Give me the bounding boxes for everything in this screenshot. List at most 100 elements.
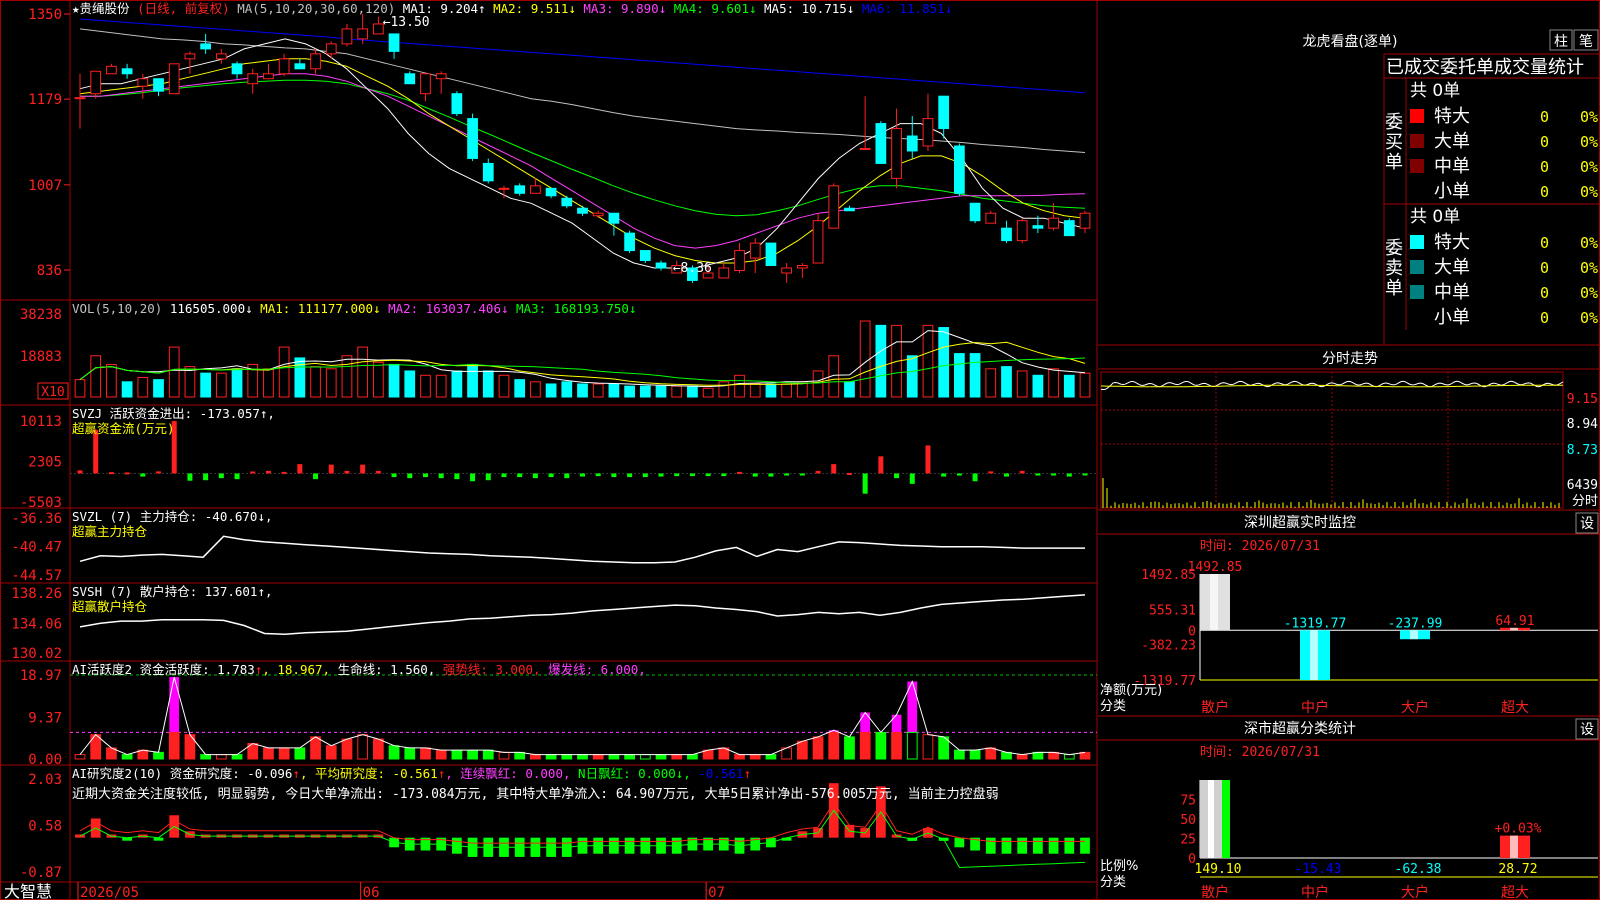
research-bar (985, 837, 996, 854)
svzj-bar (705, 473, 711, 477)
candle-body (310, 53, 321, 70)
research-bar (1001, 837, 1012, 854)
stats-bar-retail-green (1222, 780, 1230, 858)
svzj-bar (297, 464, 303, 474)
min-price-label: ←8.36 (673, 261, 712, 276)
volume-bar (906, 355, 918, 398)
stats-bar-value: 149.10 (1195, 862, 1242, 877)
stats-pct-label: +0.03% (1495, 822, 1542, 837)
stats-category: 大户 (1401, 884, 1429, 900)
intraday-tick: 8.73 (1567, 443, 1598, 458)
candle-body (121, 68, 133, 75)
volume-bar (372, 361, 384, 398)
candle-body (200, 43, 211, 50)
sell-orders-row-pct: 0% (1580, 259, 1598, 277)
activity-bar (482, 749, 494, 760)
svzj-bar (548, 473, 554, 478)
candle-body (718, 267, 730, 279)
candle-body (137, 78, 149, 87)
volume-bar (467, 363, 478, 398)
svzj-bar (77, 470, 83, 474)
activity-bar (278, 747, 290, 760)
activity-bar (1016, 754, 1028, 760)
candle-body (498, 187, 510, 190)
candle-body (168, 63, 180, 95)
sell-orders-total: 共 0单 (1410, 207, 1460, 227)
vol-unit-label: X10 (41, 385, 64, 400)
intraday-tick: 8.94 (1567, 417, 1598, 432)
svzj-bar (360, 464, 366, 474)
activity-bar (294, 747, 306, 760)
monitor-y-tick: 555.31 (1149, 603, 1196, 618)
activity-bar-burst (860, 712, 871, 733)
activity-bar (655, 754, 667, 760)
volume-bar (781, 383, 793, 398)
candle-body (828, 185, 840, 229)
svzj-bar (925, 445, 931, 474)
activity-bar (969, 749, 981, 760)
ai2-axis-tick: 2.03 (28, 772, 62, 788)
monitor-bar-value: 64.91 (1495, 614, 1534, 629)
sell-orders-row-value: 0 (1540, 284, 1549, 302)
monitor-bar-highlight (1410, 630, 1418, 640)
candle-body (451, 93, 463, 115)
svzj-bar (689, 473, 695, 477)
vol-axis-tick: 18883 (20, 349, 62, 365)
candle-body (906, 135, 918, 152)
volume-bar (74, 379, 86, 398)
volume-bar (765, 383, 777, 398)
activity-bar (357, 734, 369, 760)
candle-body (247, 73, 259, 85)
volume-bar (624, 385, 635, 398)
monitor-bar-value: -237.99 (1388, 616, 1443, 631)
svzj-bar (422, 473, 428, 478)
activity-bar-burst (891, 714, 902, 733)
price-axis-tick: 836 (37, 263, 62, 279)
ai2-axis-tick: -0.87 (20, 865, 62, 881)
candle-body (1048, 217, 1059, 229)
candle-body (404, 73, 416, 85)
stats-title: 深市超赢分类统计 (1244, 720, 1356, 737)
research-bar (1033, 837, 1043, 854)
volume-bar (938, 327, 950, 398)
candle-body (263, 73, 274, 80)
stats-y-tick: 75 (1180, 794, 1196, 809)
svzj-bar (344, 470, 350, 474)
svzj-bar (721, 473, 727, 477)
vol-ma-line (79, 330, 1086, 388)
candle-body (985, 212, 997, 224)
svzj-bar (658, 473, 664, 477)
volume-bar (325, 368, 337, 398)
svzj-bar (611, 473, 617, 478)
candle-body (530, 185, 541, 194)
svzj-bar (328, 464, 334, 474)
candle-body (796, 265, 808, 269)
buy-orders-row-name: 特大 (1434, 106, 1470, 127)
svzj-bar (972, 473, 978, 482)
activity-bar (325, 745, 337, 760)
svzj-bar (988, 471, 994, 474)
volume-bar (137, 376, 149, 398)
activity-bar (922, 734, 934, 760)
buy-orders-swatch (1410, 159, 1424, 173)
volume-bar (922, 324, 934, 398)
stats-axis-name: 分类 (1100, 875, 1126, 890)
stats-bar-retail-highlight (1208, 780, 1214, 858)
svzj-bar (799, 473, 805, 476)
sell-orders-swatch (1410, 235, 1424, 249)
intraday-avg-line (1101, 384, 1563, 388)
stats-bar-value: 28.72 (1498, 862, 1537, 877)
volume-bar (498, 374, 510, 398)
activity-bar (592, 754, 604, 760)
volume-bar (215, 372, 227, 398)
svzj-bar (532, 473, 538, 479)
ai1-axis-tick: 9.37 (28, 711, 62, 727)
ai-comment-text: 近期大资金关注度较低, 明显弱势, 今日大单净流出: -173.084万元, 其… (72, 786, 999, 802)
volume-bar (294, 357, 306, 398)
sell-orders-row-name: 中单 (1434, 282, 1470, 303)
candle-body (639, 250, 651, 262)
svzj-bar (156, 471, 162, 474)
svzj-bar (124, 472, 130, 475)
svzl-legend: SVZL (7) 主力持仓: -40.670↓, (72, 509, 273, 524)
svzj-bar (642, 473, 648, 478)
